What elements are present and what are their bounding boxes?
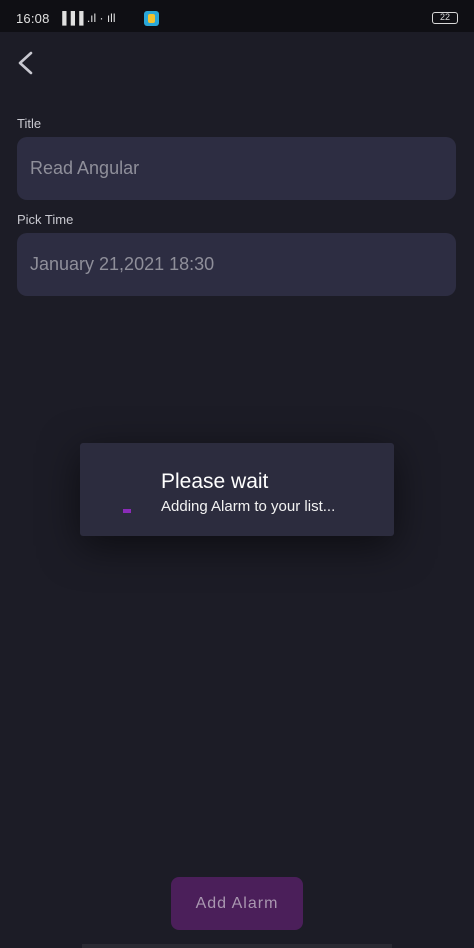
status-bar: 16:08 ▐▐▐ .ıl · ıll 22 xyxy=(0,0,474,32)
dialog-message: Adding Alarm to your list... xyxy=(161,498,336,515)
navigation-bar xyxy=(82,944,392,948)
signal-icons: ▐▐▐ .ıl · ıll xyxy=(58,11,116,25)
battery-icon: 22 xyxy=(432,12,458,24)
add-alarm-label: Add Alarm xyxy=(195,894,279,912)
progress-dialog: Please wait Adding Alarm to your list... xyxy=(80,443,394,536)
status-time: 16:08 xyxy=(16,11,50,26)
dialog-title: Please wait xyxy=(161,470,269,493)
add-alarm-button[interactable]: Add Alarm xyxy=(171,877,303,930)
app-notification-icon xyxy=(144,11,159,26)
progress-spinner-icon xyxy=(123,509,131,513)
